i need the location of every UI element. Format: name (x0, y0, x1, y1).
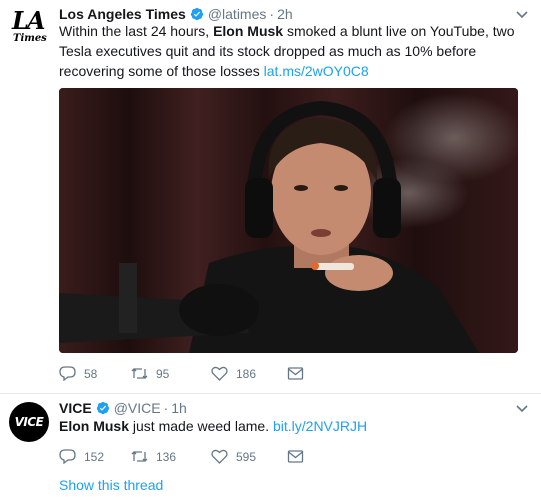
like-icon (211, 366, 228, 381)
retweet-count: 136 (156, 449, 177, 464)
like-icon (211, 449, 228, 464)
retweet-icon (131, 368, 148, 379)
direct-message-button[interactable] (287, 366, 312, 381)
vice-logo: VICE (14, 415, 44, 429)
retweet-button[interactable]: 136 (131, 449, 211, 464)
tweet-header: VICE @VICE · 1h (59, 398, 187, 418)
author-name[interactable]: Los Angeles Times (59, 6, 186, 22)
tweet-link[interactable]: bit.ly/2NVJRJH (273, 418, 367, 434)
retweet-count: 95 (156, 366, 170, 381)
tweet-text: Within the last 24 hours, Elon Musk smok… (59, 21, 531, 81)
tweet-text-pre: Within the last 24 hours, (59, 23, 214, 39)
retweet-button[interactable]: 95 (131, 366, 211, 381)
tweet-media-image[interactable] (59, 88, 518, 353)
verified-badge-icon (190, 7, 203, 21)
reply-button[interactable]: 152 (59, 449, 131, 464)
logo-text-la: LA (12, 6, 45, 35)
verified-badge-icon (96, 401, 109, 415)
timestamp[interactable]: 2h (277, 6, 293, 22)
caret-down-icon[interactable] (515, 10, 529, 20)
author-name[interactable]: VICE (59, 400, 92, 416)
author-handle[interactable]: @latimes (208, 6, 267, 22)
reply-button[interactable]: 58 (59, 366, 131, 381)
tweet-actions: 58 95 186 (59, 366, 312, 381)
like-button[interactable]: 595 (211, 449, 287, 464)
tweet-link[interactable]: lat.ms/2wOY0C8 (264, 63, 369, 79)
retweet-icon (131, 451, 148, 462)
tweet-text-bold: Elon Musk (213, 23, 284, 39)
tweet-text-bold: Elon Musk (59, 418, 130, 434)
author-handle[interactable]: @VICE (114, 400, 161, 416)
like-count: 595 (236, 449, 257, 464)
show-thread-link[interactable]: Show this thread (59, 477, 163, 493)
separator: · (269, 6, 275, 22)
logo-text-times: Times (13, 33, 47, 44)
like-count: 186 (236, 366, 257, 381)
latimes-logo: LA Times (9, 6, 49, 48)
direct-message-button[interactable] (287, 449, 312, 464)
reply-icon (59, 449, 76, 464)
timestamp[interactable]: 1h (171, 400, 187, 416)
caret-down-icon[interactable] (515, 404, 529, 414)
media-photo-illustration (59, 88, 518, 353)
tweet-text-post: just made weed lame. (129, 418, 273, 434)
avatar-vice[interactable]: VICE (9, 402, 49, 442)
reply-count: 152 (84, 449, 105, 464)
direct-message-icon (287, 450, 304, 463)
tweet-text: Elon Musk just made weed lame. bit.ly/2N… (59, 416, 531, 436)
tweet-latimes[interactable]: LA Times Los Angeles Times @latimes · 2h… (0, 0, 541, 394)
direct-message-icon (287, 367, 304, 380)
tweet-actions-vice: 152 136 595 (59, 449, 312, 464)
avatar-latimes[interactable]: LA Times (9, 6, 49, 48)
separator: · (163, 400, 169, 416)
like-button[interactable]: 186 (211, 366, 287, 381)
reply-icon (59, 366, 76, 381)
reply-count: 58 (84, 366, 98, 381)
